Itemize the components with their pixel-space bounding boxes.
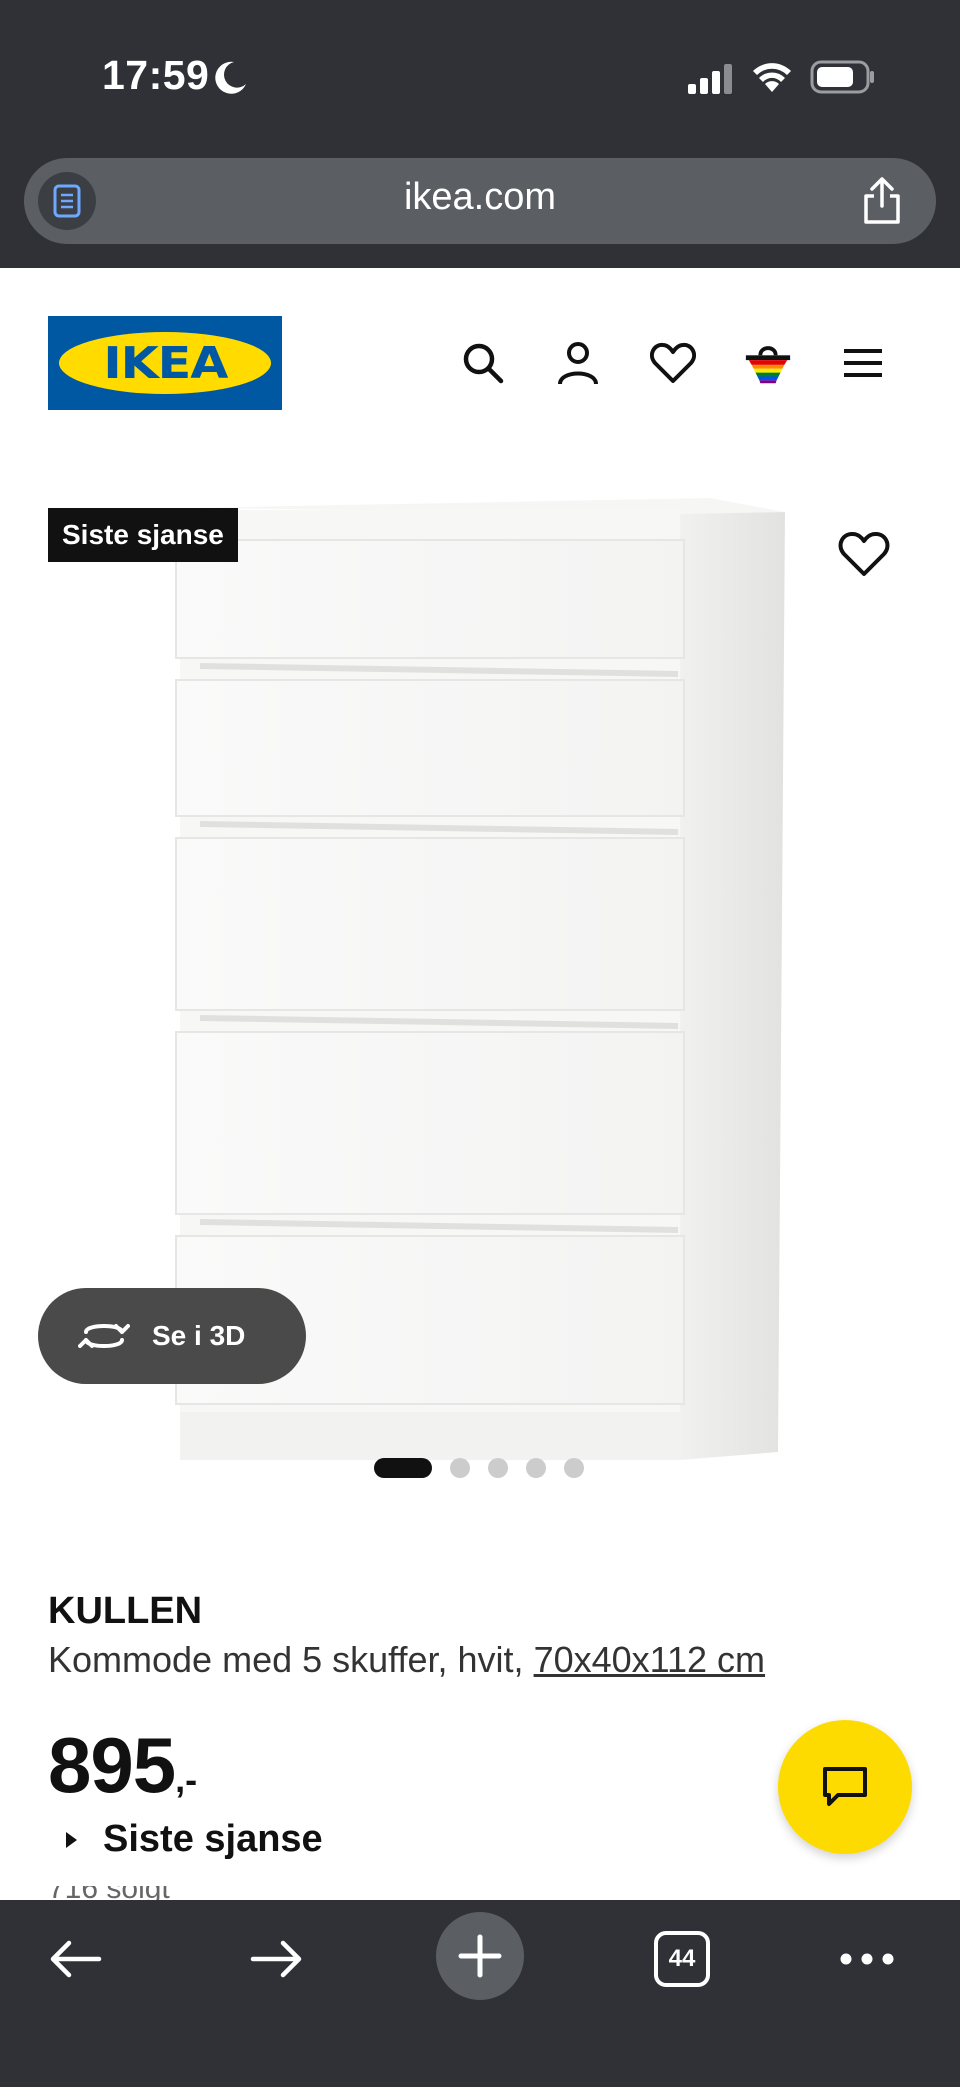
last-chance-badge: Siste sjanse (48, 508, 238, 562)
view-in-3d-button[interactable]: Se i 3D (38, 1288, 306, 1384)
cart-icon[interactable] (743, 338, 793, 388)
forward-icon[interactable] (232, 1914, 322, 2004)
partial-text-content: 716 solgt (48, 1886, 248, 1900)
plus-icon (458, 1934, 502, 1978)
logo-wordmark: IKEA (103, 337, 228, 389)
pagination-dot[interactable] (374, 1458, 432, 1478)
add-to-wishlist-icon[interactable] (838, 528, 890, 580)
product-price: 895,- (48, 1720, 197, 1811)
pagination-dot[interactable] (450, 1458, 470, 1478)
address-bar[interactable]: ikea.com (24, 158, 936, 244)
url-text: ikea.com (403, 176, 557, 218)
last-chance-toggle[interactable]: Siste sjanse (66, 1818, 323, 1861)
pagination-dot[interactable] (488, 1458, 508, 1478)
browser-toolbar: 44 (0, 1900, 960, 2087)
status-bar: 17:59 (0, 0, 960, 150)
status-time: 17:59 (102, 52, 210, 98)
product-description: Kommode med 5 skuffer, hvit, 70x40x112 c… (48, 1639, 908, 1681)
product-description-text: Kommode med 5 skuffer, hvit, (48, 1639, 524, 1680)
more-options-icon[interactable] (822, 1914, 912, 2004)
view-in-3d-label: Se i 3D (152, 1320, 246, 1351)
rotate-3d-icon (78, 1324, 130, 1348)
caret-right-icon (66, 1831, 77, 1848)
menu-icon[interactable] (838, 338, 888, 388)
site-header: IKEA (0, 268, 960, 418)
pagination-dot[interactable] (526, 1458, 546, 1478)
search-icon[interactable] (458, 338, 508, 388)
back-icon[interactable] (30, 1914, 120, 2004)
moon-icon (215, 61, 246, 94)
pagination-dot[interactable] (564, 1458, 584, 1478)
product-name: KULLEN (48, 1590, 203, 1632)
account-icon[interactable] (553, 338, 603, 388)
product-info: KULLEN Kommode med 5 skuffer, hvit, 70x4… (48, 1590, 908, 1681)
tabs-button[interactable]: 44 (637, 1914, 727, 2004)
chat-button[interactable] (778, 1720, 912, 1854)
battery-icon (810, 60, 874, 94)
browser-address-area: ikea.com (0, 150, 960, 268)
product-gallery[interactable]: Siste sjanse Se i 3D (0, 418, 960, 1518)
last-chance-label: Siste sjanse (103, 1818, 323, 1860)
ikea-logo[interactable]: IKEA (48, 316, 282, 410)
tabs-count: 44 (654, 1931, 710, 1987)
product-dimensions-link[interactable]: 70x40x112 cm (534, 1639, 765, 1680)
logo-ellipse: IKEA (59, 332, 271, 394)
price-suffix: ,- (175, 1759, 198, 1800)
price-amount: 895 (48, 1721, 176, 1809)
partial-text: 716 solgt (48, 1886, 248, 1900)
new-tab-button[interactable] (436, 1912, 524, 2000)
gallery-pagination (374, 1458, 584, 1478)
share-icon[interactable] (858, 176, 906, 226)
wishlist-icon[interactable] (648, 338, 698, 388)
cellular-signal-icon (688, 64, 732, 94)
wifi-icon (753, 63, 791, 92)
chat-icon (823, 1767, 867, 1806)
